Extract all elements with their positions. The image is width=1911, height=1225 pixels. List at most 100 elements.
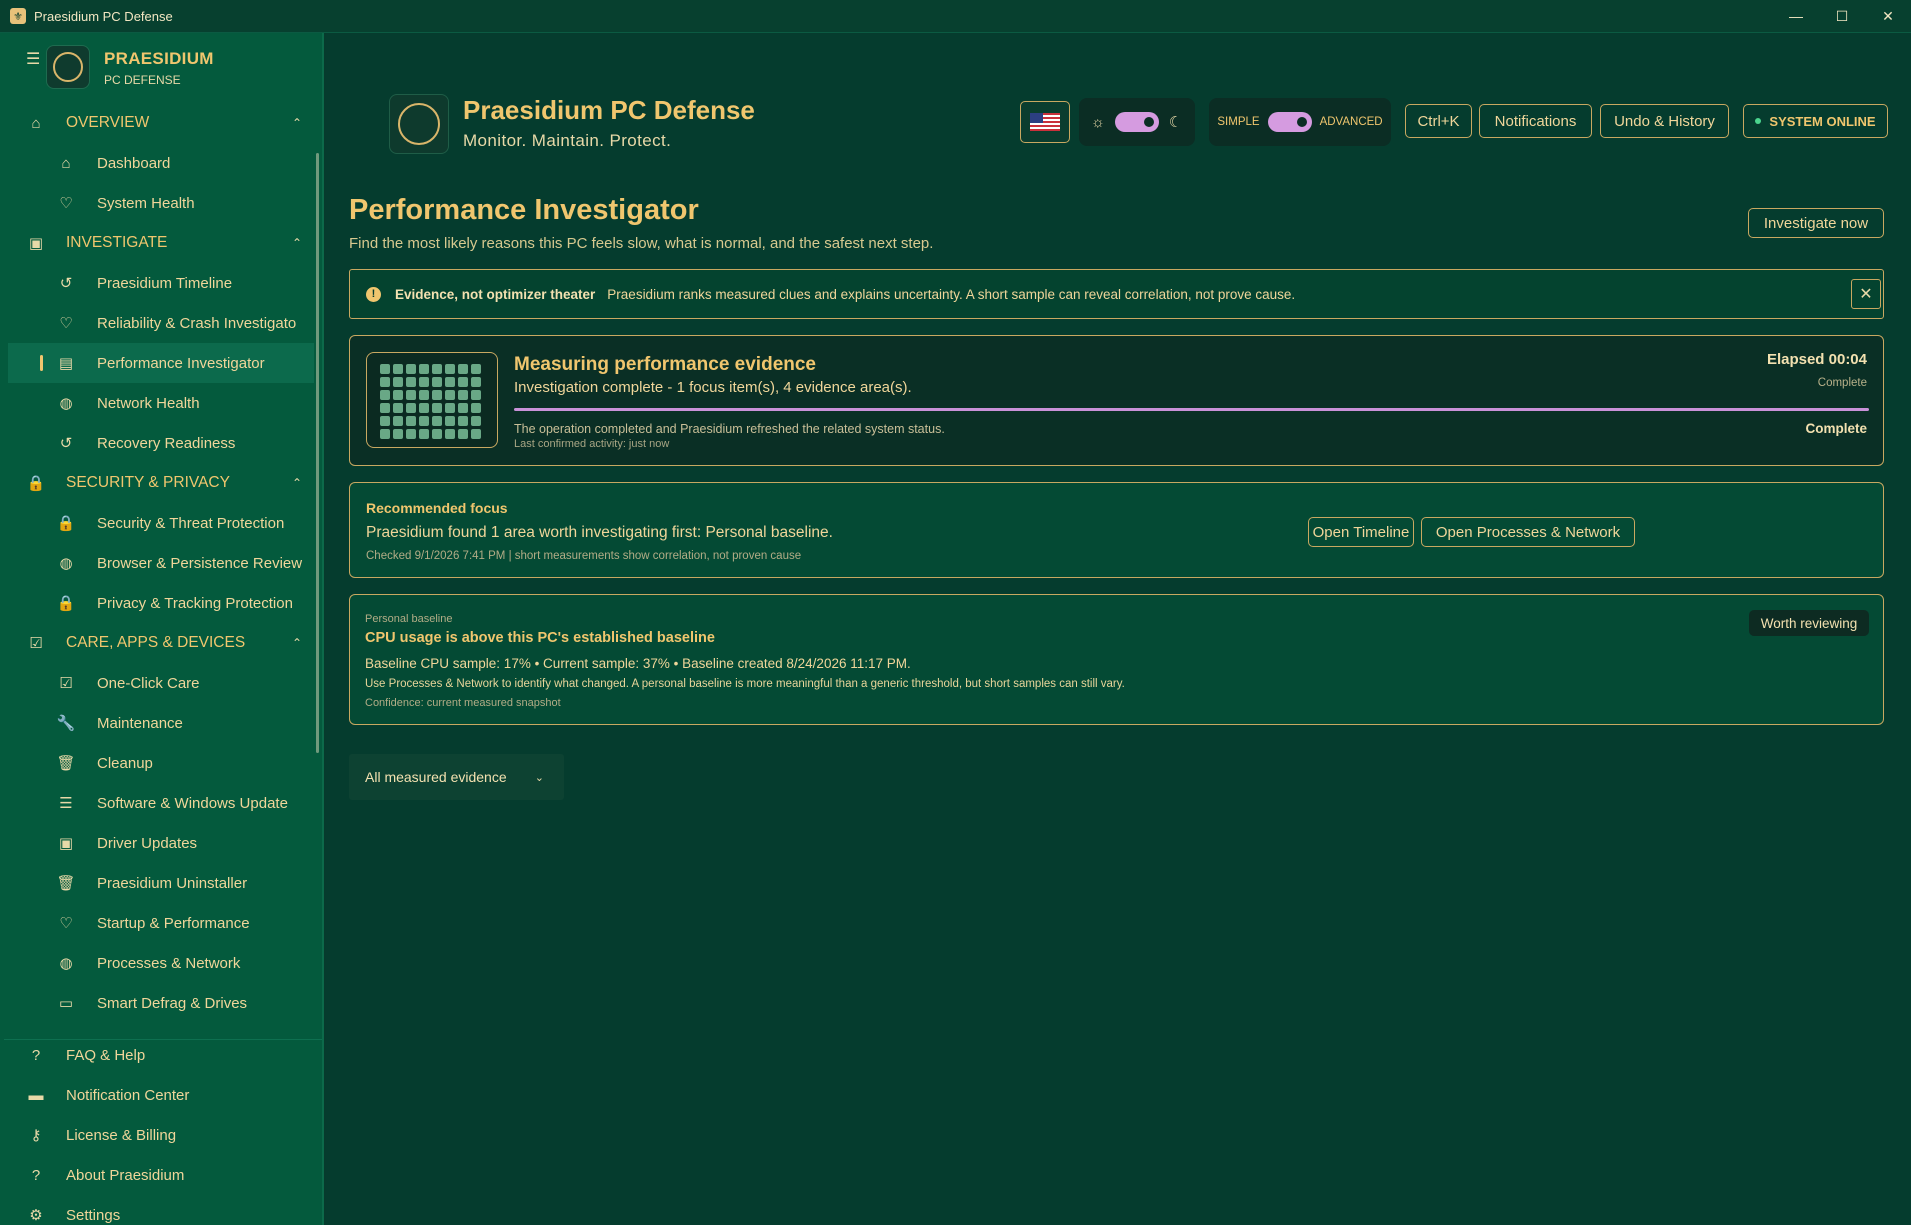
sidebar-item-about-praesidium[interactable]: ? About Praesidium [0, 1155, 322, 1195]
wrench-icon: 🔧 [56, 715, 76, 732]
mode-advanced-label: ADVANCED [1319, 116, 1383, 128]
grid-cell [380, 403, 390, 413]
sidebar-section-security-and-privacy[interactable]: 🔒 SECURITY & PRIVACY ⌃ [0, 463, 322, 503]
mode-toggle[interactable] [1267, 112, 1312, 132]
sidebar-item-label: Driver Updates [97, 834, 198, 852]
sidebar-item-one-click-care[interactable]: ☑ One-Click Care [0, 663, 322, 703]
progress-card: Measuring performance evidence Investiga… [349, 335, 1884, 466]
evidence-title: CPU usage is above this PC's established… [365, 630, 715, 646]
sidebar-item-label: Dashboard [97, 154, 171, 172]
sidebar-item-label: Notification Center [66, 1086, 190, 1104]
globe-icon: ◍ [59, 395, 73, 412]
sidebar-section-investigate[interactable]: ▣ INVESTIGATE ⌃ [0, 223, 322, 263]
grid-cell [432, 364, 442, 374]
grid-cell [380, 390, 390, 400]
trash-icon: 🗑 [56, 755, 76, 772]
elapsed-time: Elapsed 00:04 [1766, 351, 1867, 368]
sidebar-item-cleanup[interactable]: 🗑 Cleanup [0, 743, 322, 783]
open-timeline-button[interactable]: Open Timeline [1308, 517, 1414, 547]
sidebar-item-recovery-readiness[interactable]: ↺ Recovery Readiness [0, 423, 322, 463]
sidebar-item-smart-defrag-and-drives[interactable]: ▭ Smart Defrag & Drives [0, 983, 322, 1023]
grid-cell [406, 390, 416, 400]
sidebar-item-startup-and-performance[interactable]: ♡ Startup & Performance [0, 903, 322, 943]
investigate-now-button[interactable]: Investigate now [1748, 208, 1884, 238]
sidebar-item-praesidium-uninstaller[interactable]: 🗑 Praesidium Uninstaller [0, 863, 322, 903]
notifications-button[interactable]: Notifications [1479, 104, 1592, 138]
brand-logo [46, 45, 90, 89]
focus-meta: Checked 9/1/2026 7:41 PM | short measure… [366, 550, 802, 562]
grid-cell [432, 403, 442, 413]
sidebar-item-label: Reliability & Crash Investigato [97, 314, 297, 332]
lock-icon: 🔒 [56, 595, 76, 612]
sidebar-section-label: SECURITY & PRIVACY [66, 474, 230, 491]
sidebar-item-processes-and-network[interactable]: ◍ Processes & Network [0, 943, 322, 983]
grid-cell [419, 364, 429, 374]
sidebar-item-privacy-and-tracking-protection[interactable]: 🔒 Privacy & Tracking Protection [0, 583, 322, 623]
sidebar-item-network-health[interactable]: ◍ Network Health [0, 383, 322, 423]
evidence-filter-select[interactable]: All measured evidence ⌄ [349, 754, 564, 800]
sidebar-scrollbar[interactable] [316, 153, 319, 753]
sidebar-item-faq-and-help[interactable]: ? FAQ & Help [0, 1035, 322, 1075]
sidebar-item-reliability-and-crash-investigato[interactable]: ♡ Reliability & Crash Investigato [0, 303, 322, 343]
sidebar-item-license-and-billing[interactable]: ⚷ License & Billing [0, 1115, 322, 1155]
sidebar-item-label: Smart Defrag & Drives [97, 994, 248, 1012]
sidebar-item-maintenance[interactable]: 🔧 Maintenance [0, 703, 322, 743]
status-dot-icon [1755, 118, 1762, 124]
minimize-button[interactable]: — [1773, 0, 1819, 33]
sidebar-item-dashboard[interactable]: ⌂ Dashboard [0, 143, 322, 183]
grid-cell [432, 377, 442, 387]
sidebar-section-label: INVESTIGATE [66, 234, 168, 251]
theme-toggle[interactable] [1114, 112, 1159, 132]
grid-cell [445, 429, 455, 439]
dismiss-notice-button[interactable]: ✕ [1851, 279, 1881, 309]
hamburger-menu-icon[interactable]: ☰ [26, 49, 40, 69]
close-window-button[interactable]: ✕ [1865, 0, 1911, 33]
grid-cell [393, 416, 403, 426]
sidebar-item-settings[interactable]: ⚙ Settings [0, 1195, 322, 1225]
history-icon: ↺ [59, 275, 73, 292]
open-processes-network-button[interactable]: Open Processes & Network [1421, 517, 1635, 547]
progress-message: The operation completed and Praesidium r… [514, 422, 945, 436]
grid-cell [393, 403, 403, 413]
sidebar-item-performance-investigator[interactable]: ▤ Performance Investigator [8, 343, 314, 383]
recommended-focus-card: Recommended focus Praesidium found 1 are… [349, 482, 1884, 578]
sidebar-section-care-apps-and-devices[interactable]: ☑ CARE, APPS & DEVICES ⌃ [0, 623, 322, 663]
grid-cell [419, 390, 429, 400]
command-palette-button[interactable]: Ctrl+K [1405, 104, 1472, 138]
sidebar-item-label: Privacy & Tracking Protection [97, 594, 293, 612]
window-title: Praesidium PC Defense [34, 8, 173, 24]
undo-history-button[interactable]: Undo & History [1600, 104, 1729, 138]
maximize-button[interactable]: ☐ [1819, 0, 1865, 33]
sidebar-item-software-and-windows-update[interactable]: ☰ Software & Windows Update [0, 783, 322, 823]
system-status-button[interactable]: SYSTEM ONLINE [1743, 104, 1888, 138]
status-badge: Worth reviewing [1749, 610, 1869, 636]
sidebar-item-driver-updates[interactable]: ▣ Driver Updates [0, 823, 322, 863]
baseline-evidence-card: Personal baseline CPU usage is above thi… [349, 594, 1884, 725]
list-icon: ☰ [59, 795, 73, 812]
active-indicator [40, 355, 43, 371]
chevron-up-icon: ⌃ [291, 636, 302, 650]
grid-cell [393, 429, 403, 439]
checkbox-icon: ☑ [29, 635, 43, 652]
sidebar-item-label: Settings [66, 1206, 121, 1224]
sidebar-item-security-and-threat-protection[interactable]: 🔒 Security & Threat Protection [0, 503, 322, 543]
language-flag-button[interactable] [1020, 101, 1070, 143]
app-tagline: Monitor. Maintain. Protect. [463, 131, 672, 150]
grid-cell [432, 429, 442, 439]
grid-cell [380, 416, 390, 426]
grid-cell [458, 416, 468, 426]
grid-cell [458, 377, 468, 387]
sidebar-item-label: Praesidium Timeline [97, 274, 233, 292]
sidebar-item-browser-and-persistence-review[interactable]: ◍ Browser & Persistence Review [0, 543, 322, 583]
sidebar-section-overview[interactable]: ⌂ OVERVIEW ⌃ [0, 103, 322, 143]
grid-cell [419, 403, 429, 413]
window-titlebar: ⚜ Praesidium PC Defense — ☐ ✕ [0, 0, 1911, 33]
sidebar-item-notification-center[interactable]: ▬ Notification Center [0, 1075, 322, 1115]
chevron-up-icon: ⌃ [291, 236, 302, 250]
sidebar-item-system-health[interactable]: ♡ System Health [0, 183, 322, 223]
sidebar-item-praesidium-timeline[interactable]: ↺ Praesidium Timeline [0, 263, 322, 303]
app-shield-icon: ⚜ [10, 8, 26, 24]
evidence-filter-value: All measured evidence [365, 769, 507, 785]
grid-cell [406, 429, 416, 439]
last-activity: Last confirmed activity: just now [514, 438, 670, 450]
